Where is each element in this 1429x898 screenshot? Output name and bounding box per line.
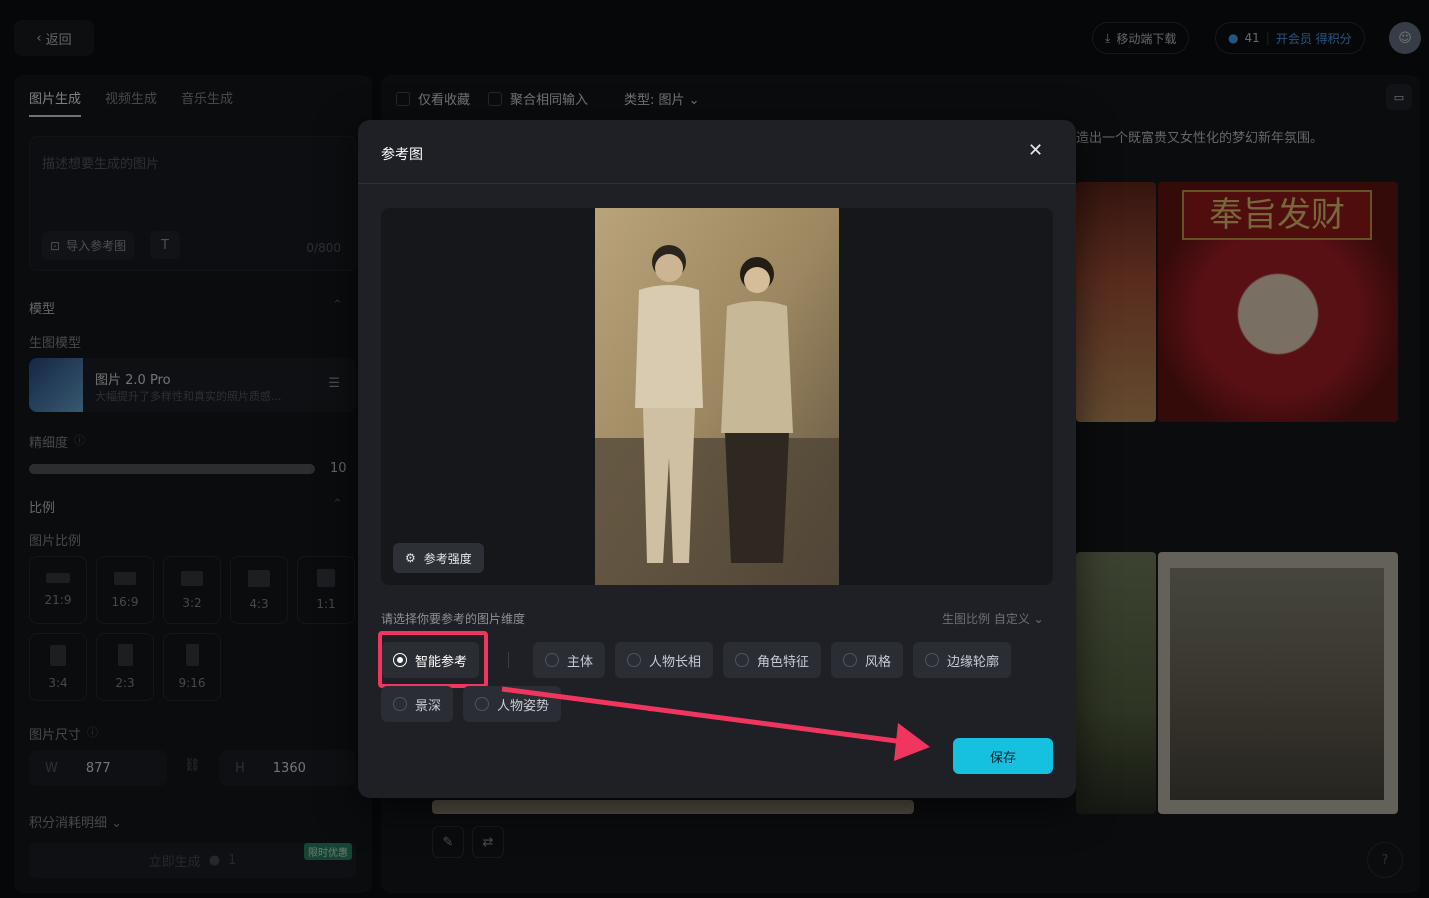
sliders-icon: ⚙ — [405, 551, 416, 565]
reference-image-container: ⚙ 参考强度 — [381, 208, 1053, 585]
arrow-annotation — [501, 686, 930, 761]
option-edge[interactable]: 边缘轮廓 — [913, 642, 1012, 678]
option-face[interactable]: 人物长相 — [615, 642, 714, 678]
option-depth[interactable]: 景深 — [381, 686, 454, 722]
reference-photo — [595, 208, 839, 585]
reference-strength-button[interactable]: ⚙ 参考强度 — [393, 543, 484, 573]
save-button[interactable]: 保存 — [953, 738, 1053, 774]
divider — [508, 652, 509, 668]
reference-image-modal: 参考图 ✕ ⚙ 参考强度 请选择你要参考的图片维度 生图比例 自定义 ⌄ 智能参… — [358, 120, 1076, 798]
close-icon[interactable]: ✕ — [1028, 140, 1043, 161]
highlight-box — [378, 631, 488, 688]
modal-header: 参考图 ✕ — [358, 120, 1076, 184]
dimension-prompt: 请选择你要参考的图片维度 — [381, 612, 526, 626]
strength-label: 参考强度 — [423, 551, 472, 566]
option-subject[interactable]: 主体 — [533, 642, 606, 678]
option-style[interactable]: 风格 — [831, 642, 904, 678]
modal-title: 参考图 — [381, 147, 423, 163]
ratio-select[interactable]: 生图比例 自定义 ⌄ — [942, 610, 1044, 627]
option-character[interactable]: 角色特征 — [723, 642, 822, 678]
